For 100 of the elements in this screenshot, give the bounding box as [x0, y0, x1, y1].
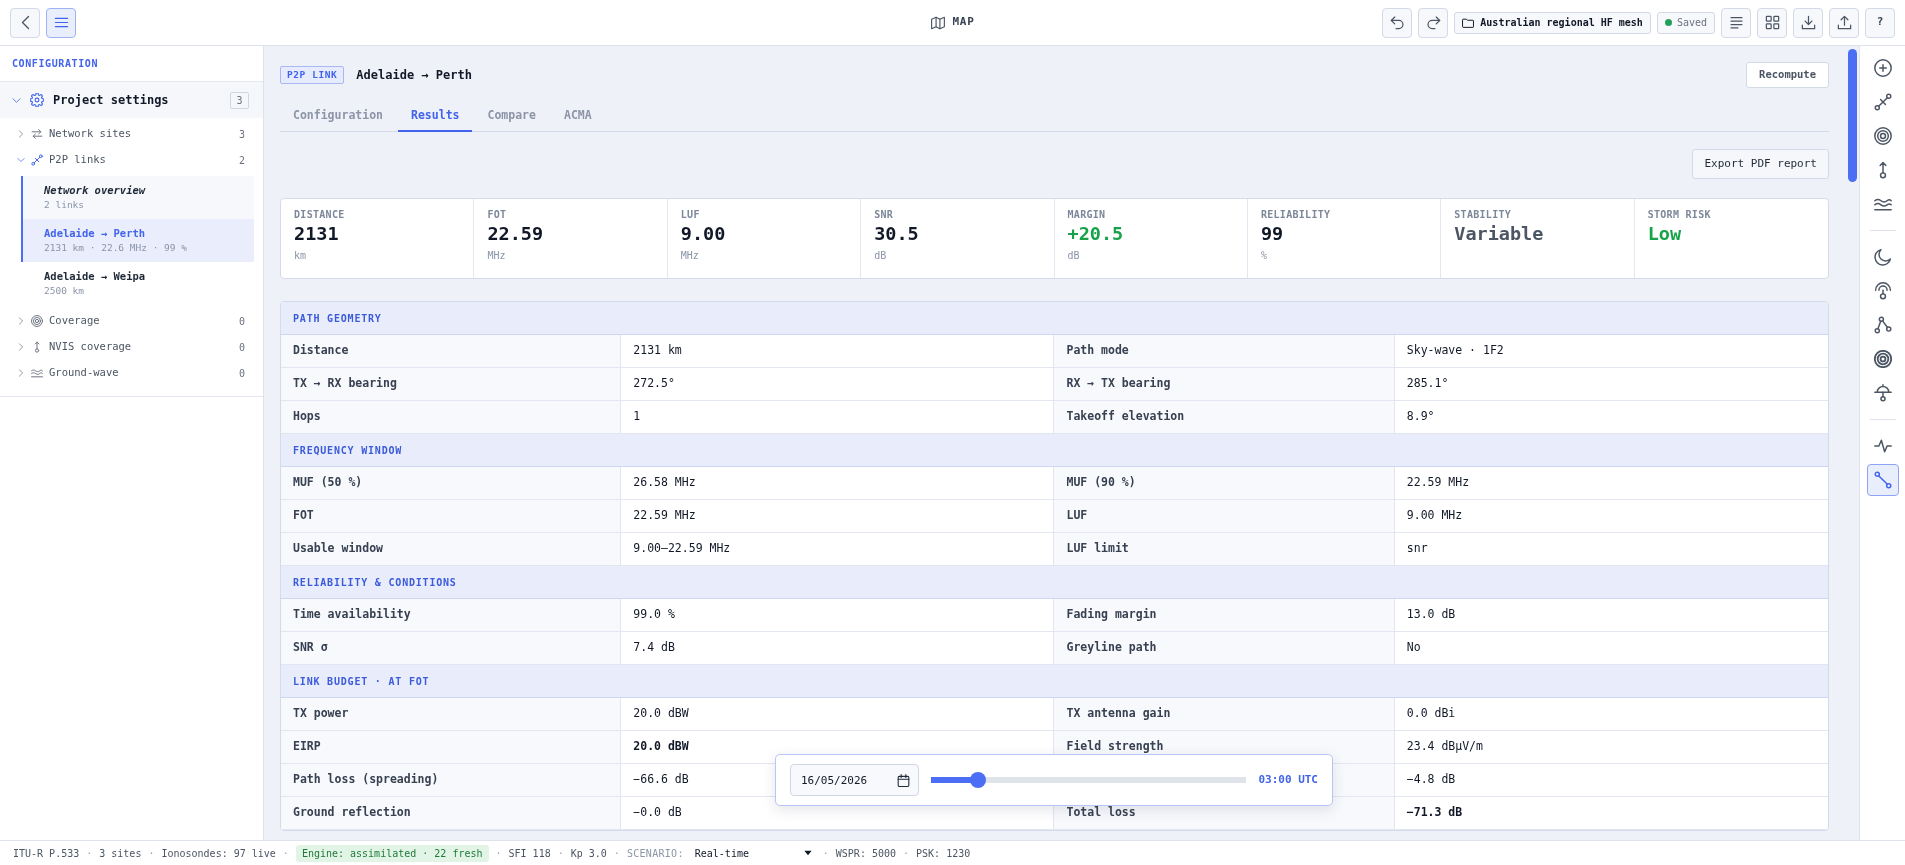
- table-label: LUF: [1054, 500, 1395, 533]
- scenario-select[interactable]: Real-time: [690, 845, 816, 861]
- metric-label: DISTANCE: [294, 209, 346, 221]
- lines-icon: [1728, 15, 1744, 30]
- engine-status-tag: Engine: assimilated · 22 fresh: [295, 844, 489, 862]
- target-icon: [1873, 350, 1892, 368]
- table-value: Sky-wave · 1F2: [1394, 335, 1828, 368]
- separator: ·: [557, 846, 564, 861]
- map-icon: [930, 15, 945, 30]
- table-value: 20.0 dBW: [621, 698, 1055, 731]
- item-count: 0: [238, 366, 245, 381]
- link-detail: 2 links: [44, 198, 86, 212]
- table-label: EIRP: [281, 731, 622, 764]
- separator: ·: [822, 846, 829, 861]
- table-label: Fading margin: [1054, 599, 1395, 632]
- tree-item[interactable]: Network sites 3: [0, 121, 263, 147]
- separator: ·: [613, 846, 620, 861]
- table-value: 285.1°: [1394, 368, 1828, 401]
- status-text: Kp 3.0: [570, 846, 607, 861]
- metric-value: +20.5: [1067, 222, 1125, 246]
- metric-unit: dB: [1067, 249, 1081, 263]
- export-pdf-button[interactable]: Export PDF report: [1692, 149, 1829, 179]
- item-count: 3: [230, 91, 249, 109]
- dome-icon: [1873, 384, 1892, 402]
- metric-value: 22.59: [487, 222, 545, 246]
- waves-icon: [31, 367, 43, 379]
- table-label: TX → RX bearing: [281, 368, 622, 401]
- table-value: 2131 km: [621, 335, 1055, 368]
- link-title: Adelaide → Perth: [356, 67, 472, 84]
- tree-item[interactable]: P2P links 2: [0, 147, 263, 173]
- project-button[interactable]: Australian regional HF mesh: [1454, 11, 1651, 34]
- metric-label: LUF: [680, 209, 701, 221]
- table-label: Path mode: [1054, 335, 1395, 368]
- save-status-text: Saved: [1676, 16, 1707, 30]
- table-value: 23.4 dBµV/m: [1394, 731, 1828, 764]
- table-label: MUF (90 %): [1054, 467, 1395, 500]
- help-button[interactable]: ?: [1865, 7, 1895, 38]
- status-text: WSPR: 5000: [835, 846, 896, 861]
- tool-button[interactable]: [1866, 464, 1899, 496]
- concentric-circles-icon: [1873, 127, 1892, 145]
- table-label: Takeoff elevation: [1054, 401, 1395, 434]
- metric-label: RELIABILITY: [1260, 209, 1332, 221]
- section-header: PATH GEOMETRY: [281, 302, 1828, 335]
- link-type-tag: P2P LINK: [280, 66, 345, 84]
- table-label: FOT: [281, 500, 622, 533]
- gear-icon: [30, 93, 44, 107]
- undo-icon: [1389, 15, 1405, 30]
- crossed-link-icon: [1873, 93, 1892, 111]
- metric-value: 30.5: [874, 222, 920, 246]
- metric-label: STABILITY: [1454, 209, 1513, 221]
- separator: ·: [86, 846, 93, 861]
- upload-button[interactable]: [1829, 7, 1859, 38]
- metric-value: Low: [1647, 222, 1683, 246]
- link-item[interactable]: Adelaide → Weipa 2500 km: [21, 262, 254, 305]
- moon-icon: [1873, 248, 1892, 266]
- undo-button[interactable]: [1382, 7, 1413, 38]
- table-value: 26.58 MHz: [621, 467, 1055, 500]
- metric-unit: dB: [874, 249, 888, 263]
- separator: ·: [282, 846, 289, 861]
- scrollbar-thumb[interactable]: [1848, 49, 1857, 182]
- table-value: 99.0 %: [621, 599, 1055, 632]
- time-slider-thumb[interactable]: [969, 772, 986, 788]
- tab[interactable]: Results: [398, 102, 473, 132]
- tree-item[interactable]: Coverage 0: [0, 308, 263, 334]
- date-field[interactable]: 16/05/2026: [790, 764, 919, 796]
- table-label: Usable window: [281, 533, 622, 566]
- download-icon: [1800, 15, 1816, 30]
- link-item[interactable]: Adelaide → Perth 2131 km · 22.6 MHz · 99 %: [21, 219, 254, 262]
- table-value: 9.00 MHz: [1394, 500, 1828, 533]
- table-label: TX power: [281, 698, 622, 731]
- tree-item[interactable]: Ground-wave 0: [0, 360, 263, 386]
- time-readout: 03:00 UTC: [1258, 771, 1318, 788]
- metric-label: FOT: [487, 209, 508, 221]
- link-item[interactable]: Network overview 2 links: [21, 176, 254, 219]
- item-count: 0: [238, 314, 245, 329]
- outline-button[interactable]: [1721, 7, 1751, 38]
- item-count: 3: [238, 127, 245, 142]
- table-label: MUF (50 %): [281, 467, 622, 500]
- pulse-icon: [1873, 437, 1892, 455]
- menu-icon: [53, 15, 69, 30]
- table-value: 272.5°: [621, 368, 1055, 401]
- concentric-circles-icon: [31, 315, 43, 327]
- menu-toggle-button[interactable]: [46, 7, 76, 38]
- recompute-button[interactable]: Recompute: [1746, 62, 1829, 88]
- status-text: PSK: 1230: [916, 846, 971, 861]
- section-header: RELIABILITY & CONDITIONS: [281, 566, 1828, 599]
- table-label: RX → TX bearing: [1054, 368, 1395, 401]
- table-label: Time availability: [281, 599, 622, 632]
- download-button[interactable]: [1793, 7, 1823, 38]
- grid-button[interactable]: [1757, 7, 1787, 38]
- redo-button[interactable]: [1418, 7, 1449, 38]
- separator: ·: [148, 846, 155, 861]
- arc-circle-icon: [1873, 282, 1892, 300]
- tree-item[interactable]: NVIS coverage 0: [0, 334, 263, 360]
- table-label: Greyline path: [1054, 632, 1395, 665]
- table-label: Distance: [281, 335, 622, 368]
- table-label: Ground reflection: [281, 797, 622, 830]
- table-label: SNR σ: [281, 632, 622, 665]
- metric-unit: %: [1260, 249, 1268, 263]
- table-value: −4.8 dB: [1394, 764, 1828, 797]
